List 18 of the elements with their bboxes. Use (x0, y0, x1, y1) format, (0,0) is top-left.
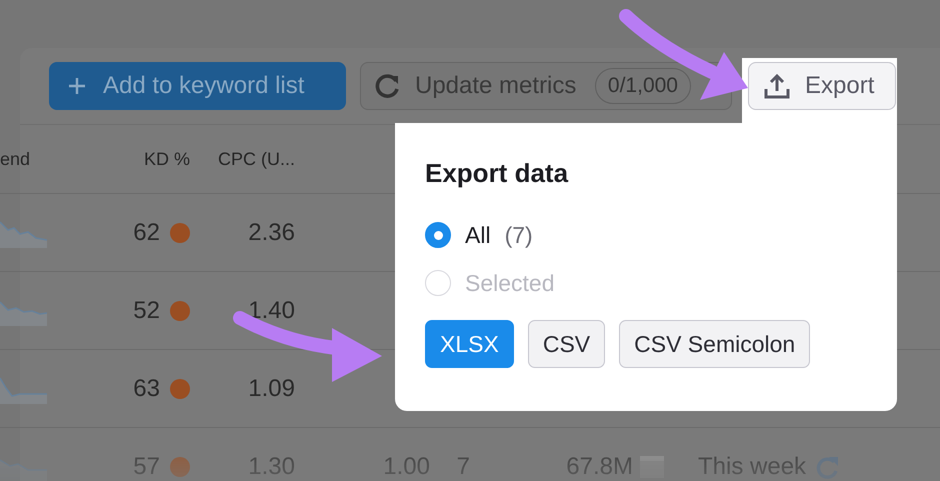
table-cell-text: 1.09 (247, 374, 295, 402)
table-cell-text: 1.40 (247, 296, 295, 324)
format-button[interactable]: XLSX (425, 320, 514, 368)
format-button[interactable]: CSV Semicolon (619, 320, 810, 368)
column-header: CPC (U... (216, 148, 295, 170)
option-count: (7) (504, 222, 533, 248)
column-header: KD % (142, 148, 190, 170)
column-header: end (0, 148, 32, 170)
export-button[interactable]: Export (748, 62, 896, 110)
option-label: Selected (465, 270, 555, 296)
keyword-difficulty-value: 52 (133, 296, 160, 324)
format-button[interactable]: CSV (528, 320, 606, 368)
counter-badge: 0/1,000 (594, 68, 691, 104)
table-cell-text: 2.36 (247, 218, 295, 246)
menu-title: Export data (425, 158, 570, 189)
keyword-difficulty-value: 62 (133, 218, 160, 246)
keyword-difficulty-value: 63 (133, 374, 160, 402)
option-label: All (465, 222, 491, 248)
